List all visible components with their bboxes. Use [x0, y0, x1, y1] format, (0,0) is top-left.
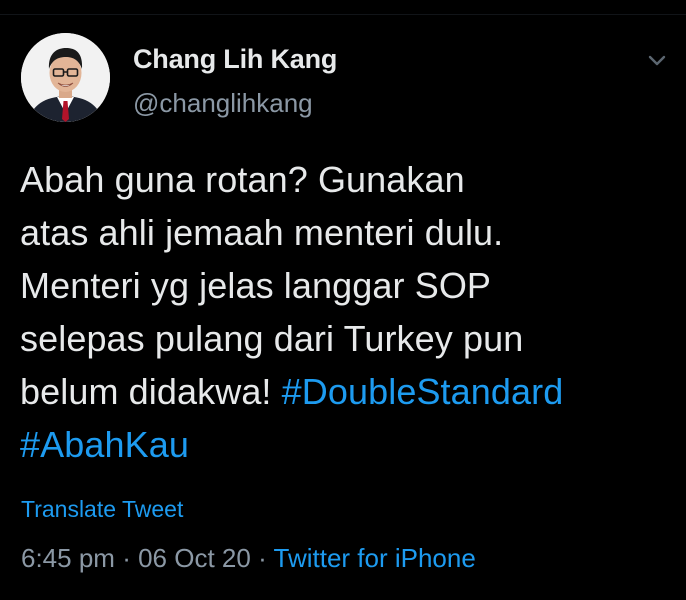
- tweet-source-link[interactable]: Twitter for iPhone: [274, 543, 476, 573]
- hashtag-link[interactable]: #AbahKau: [20, 424, 189, 465]
- avatar[interactable]: [21, 33, 110, 122]
- tweet-card[interactable]: Chang Lih Kang @changlihkang Abah guna r…: [0, 0, 686, 600]
- translate-tweet-link[interactable]: Translate Tweet: [21, 496, 183, 523]
- meta-separator: ·: [122, 543, 131, 573]
- tweet-text-line: Menteri yg jelas langgar SOP: [20, 265, 492, 306]
- divider: [0, 14, 686, 15]
- author-handle[interactable]: @changlihkang: [133, 88, 313, 119]
- tweet-text-line: atas ahli jemaah menteri dulu.: [20, 212, 504, 253]
- tweet-time[interactable]: 6:45 pm: [21, 543, 115, 573]
- tweet-text-line: selepas pulang dari Turkey pun: [20, 318, 524, 359]
- tweet-text-line: #AbahKau: [20, 418, 670, 471]
- tweet-text: Abah guna rotan? Gunakan atas ahli jemaa…: [20, 153, 670, 471]
- tweet-text-segment: belum didakwa!: [20, 371, 282, 412]
- chevron-down-icon[interactable]: [645, 50, 669, 70]
- profile-photo: [21, 33, 110, 122]
- tweet-date[interactable]: 06 Oct 20: [138, 543, 251, 573]
- tweet-text-line: belum didakwa! #DoubleStandard: [20, 365, 670, 418]
- tweet-text-line: Abah guna rotan? Gunakan: [20, 159, 465, 200]
- meta-separator: ·: [258, 543, 267, 573]
- tweet-meta: 6:45 pm · 06 Oct 20 · Twitter for iPhone: [21, 543, 476, 574]
- author-display-name[interactable]: Chang Lih Kang: [133, 44, 337, 75]
- hashtag-link[interactable]: #DoubleStandard: [282, 371, 564, 412]
